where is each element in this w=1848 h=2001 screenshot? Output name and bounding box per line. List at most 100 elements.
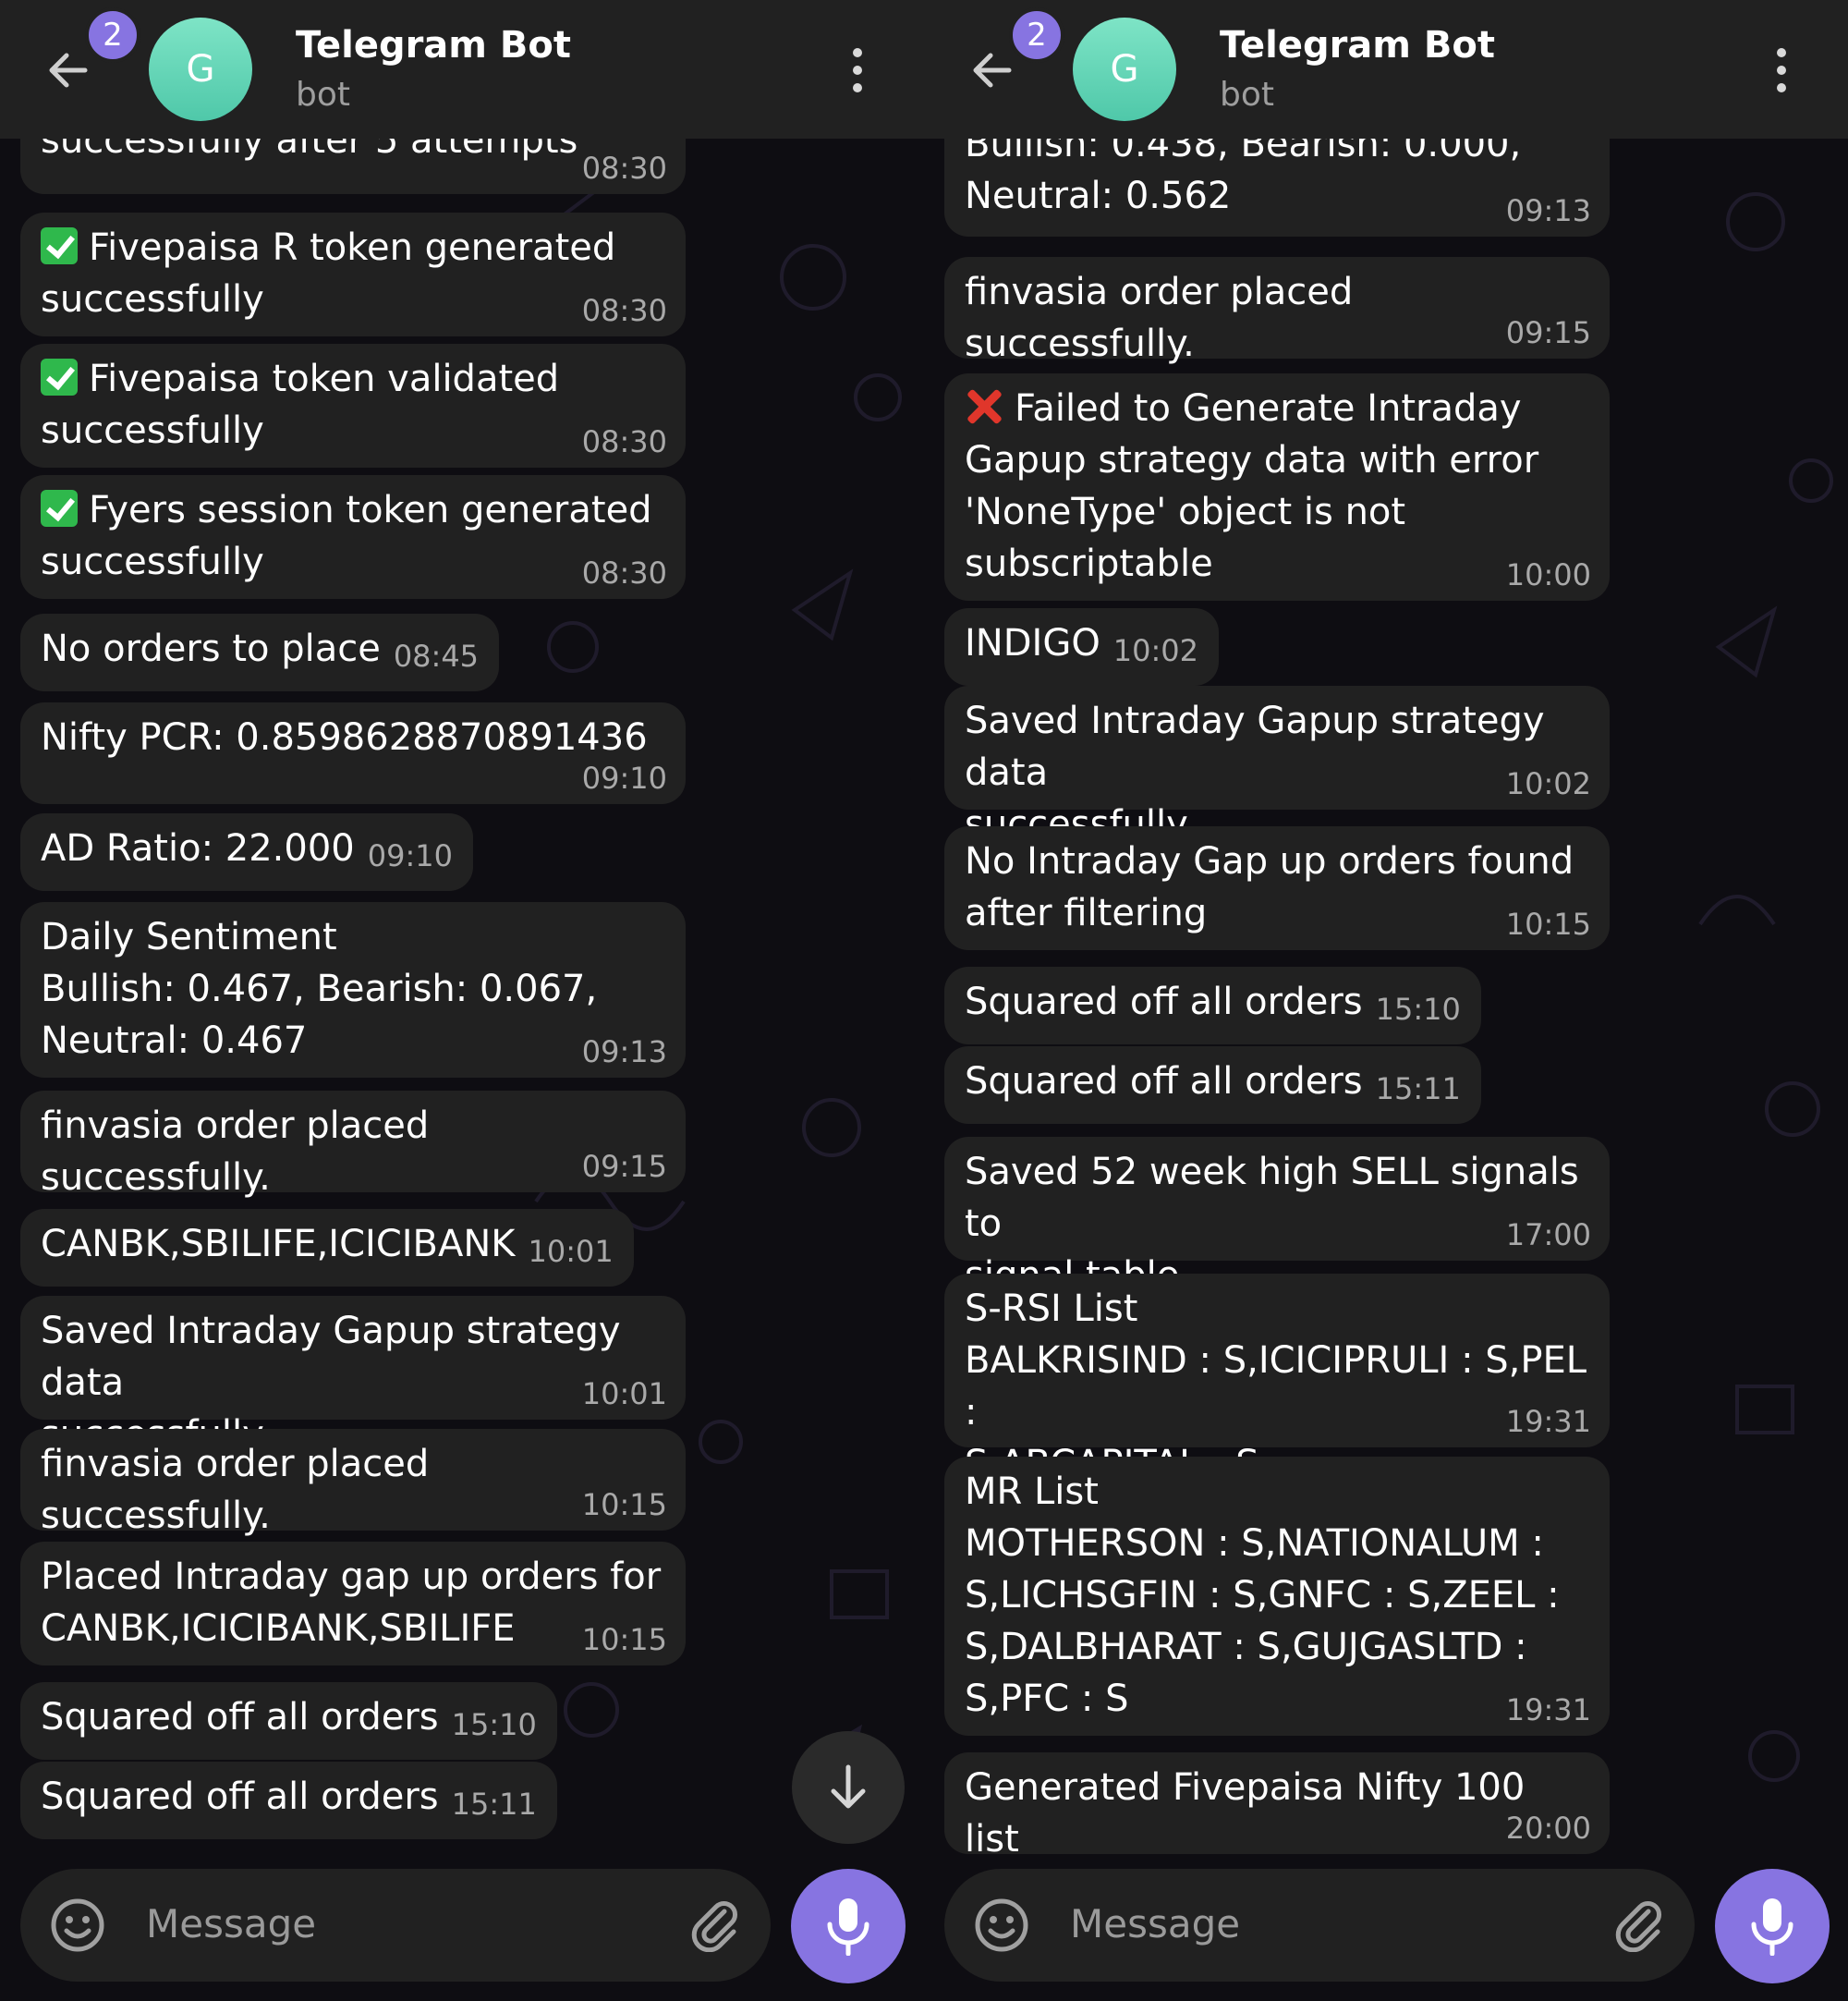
back-arrow-icon[interactable]: [44, 46, 92, 94]
message-bubble: finvasia order placed successfully. 10:1…: [20, 1429, 686, 1537]
message-bubble: No Intraday Gap up orders found after fi…: [944, 826, 1610, 950]
scroll-down-button[interactable]: [792, 1731, 905, 1844]
message-bubble: Fivepaisa R token generated successfully…: [20, 213, 686, 336]
message-bubble: INDIGO 10:02: [944, 608, 1220, 686]
message-text: No Intraday Gap up orders found after fi…: [965, 840, 1574, 934]
voice-record-button[interactable]: [791, 1869, 906, 1983]
unread-count-badge: 2: [85, 7, 140, 63]
message-text: Failed to Generate Intraday Gapup strate…: [965, 387, 1539, 585]
chat-screen-left: G 2 Telegram Bot bot successfully after …: [0, 0, 924, 2001]
message-time: 10:01: [581, 1376, 667, 1411]
bot-avatar[interactable]: G: [1073, 18, 1176, 121]
message-bubble: finvasia order placed successfully. 09:1…: [20, 1091, 686, 1199]
message-bubble: Bullish: 0.438, Bearish: 0.000, Neutral:…: [944, 139, 1610, 237]
message-text: Squared off all orders: [965, 981, 1363, 1023]
message-bubble: Failed to Generate Intraday Gapup strate…: [944, 373, 1610, 601]
emoji-smile-icon[interactable]: [50, 1897, 105, 1953]
message-text: Fyers session token generated successful…: [41, 489, 652, 583]
back-arrow-icon[interactable]: [968, 46, 1016, 94]
message-bubble: Saved Intraday Gapup strategy data succe…: [944, 686, 1610, 846]
message-time: 15:10: [451, 1707, 537, 1742]
message-text: finvasia order placed successfully.: [41, 1104, 430, 1199]
bot-avatar[interactable]: G: [149, 18, 252, 121]
message-time: 17:00: [1505, 1217, 1591, 1252]
message-bubble: Saved 52 week high SELL signals to signa…: [944, 1137, 1610, 1297]
message-time: 10:15: [581, 1487, 667, 1522]
message-time: 09:15: [581, 1149, 667, 1184]
message-bubble: Fivepaisa token validated successfully 0…: [20, 344, 686, 468]
message-bubble: AD Ratio: 22.000 09:10: [20, 813, 473, 891]
chat-subtitle: bot: [296, 76, 350, 114]
message-text: MR List MOTHERSON : S,NATIONALUM : S,LIC…: [965, 1470, 1560, 1720]
message-time: 10:00: [1505, 557, 1591, 592]
message-time: 10:15: [581, 1622, 667, 1657]
chat-title[interactable]: Telegram Bot: [1220, 24, 1495, 67]
message-time: 09:15: [1505, 315, 1591, 350]
message-time: 19:31: [1505, 1404, 1591, 1439]
voice-record-button[interactable]: [1715, 1869, 1830, 1983]
chat-title[interactable]: Telegram Bot: [296, 24, 571, 67]
message-text: finvasia order placed successfully.: [41, 1443, 430, 1537]
message-text: Saved Intraday Gapup strategy data succe…: [965, 700, 1545, 846]
more-vertical-icon[interactable]: [1763, 48, 1800, 94]
message-list[interactable]: successfully after 5 attempts 08:30 Five…: [0, 139, 924, 1858]
message-text: finvasia order placed successfully.: [965, 271, 1354, 365]
message-time: 10:15: [1505, 907, 1591, 942]
more-vertical-icon[interactable]: [839, 48, 876, 94]
message-time: 10:02: [1505, 766, 1591, 801]
chat-subtitle: bot: [1220, 76, 1274, 114]
message-time: 15:11: [451, 1787, 537, 1822]
message-bubble: Saved Intraday Gapup strategy data succe…: [20, 1296, 686, 1456]
message-bubble: Fyers session token generated successful…: [20, 475, 686, 599]
message-time: 08:30: [581, 555, 667, 591]
message-text: Squared off all orders: [41, 1775, 439, 1818]
message-text: successfully after 5 attempts: [41, 139, 578, 162]
message-text: INDIGO: [965, 622, 1100, 665]
microphone-icon: [1751, 1898, 1793, 1956]
unread-count-badge: 2: [1009, 7, 1064, 63]
message-text: Nifty PCR: 0.8598628870891436: [41, 716, 648, 759]
cross-mark-emoji-icon: [965, 387, 1003, 426]
message-composer: Message: [944, 1869, 1695, 1982]
arrow-down-icon: [831, 1764, 866, 1809]
message-list[interactable]: Bullish: 0.438, Bearish: 0.000, Neutral:…: [924, 139, 1848, 1858]
message-input[interactable]: Message: [1070, 1895, 1240, 1954]
message-time: 09:13: [581, 1034, 667, 1069]
message-bubble: Daily Sentiment Bullish: 0.467, Bearish:…: [20, 902, 686, 1078]
message-text: Daily Sentiment Bullish: 0.467, Bearish:…: [41, 916, 598, 1062]
message-bubble: successfully after 5 attempts 08:30: [20, 139, 686, 194]
chat-header: G 2 Telegram Bot bot: [0, 0, 924, 139]
check-mark-emoji-icon: [41, 227, 78, 264]
message-text: CANBK,SBILIFE,ICICIBANK: [41, 1223, 516, 1265]
message-bubble: Placed Intraday gap up orders for CANBK,…: [20, 1542, 686, 1665]
emoji-smile-icon[interactable]: [974, 1897, 1029, 1953]
message-bubble: Generated Fivepaisa Nifty 100 list 20:00: [944, 1752, 1610, 1858]
message-time: 09:10: [367, 838, 453, 873]
chat-screen-right: G 2 Telegram Bot bot Bullish: 0.438, Bea…: [924, 0, 1848, 2001]
message-bubble: S-RSI List BALKRISIND : S,ICICIPRULI : S…: [944, 1274, 1610, 1485]
message-text: Fivepaisa R token generated successfully: [41, 226, 616, 321]
message-time: 19:31: [1505, 1692, 1591, 1727]
message-bubble: CANBK,SBILIFE,ICICIBANK 10:01: [20, 1209, 634, 1287]
message-time: 15:11: [1375, 1071, 1461, 1106]
message-time: 20:00: [1505, 1811, 1591, 1846]
check-mark-emoji-icon: [41, 490, 78, 527]
message-bubble: No orders to place 08:45: [20, 614, 500, 691]
paperclip-icon[interactable]: [687, 1897, 743, 1952]
message-time: 09:10: [581, 761, 667, 796]
message-text: AD Ratio: 22.000: [41, 827, 355, 870]
message-text: Placed Intraday gap up orders for CANBK,…: [41, 1556, 662, 1650]
microphone-icon: [827, 1898, 869, 1956]
chat-header: G 2 Telegram Bot bot: [924, 0, 1848, 139]
message-bubble: Nifty PCR: 0.8598628870891436 09:10: [20, 702, 686, 804]
paperclip-icon[interactable]: [1611, 1897, 1667, 1952]
message-time: 10:02: [1112, 633, 1199, 668]
message-text: Bullish: 0.438, Bearish: 0.000, Neutral:…: [965, 139, 1522, 217]
message-time: 08:30: [581, 424, 667, 459]
check-mark-emoji-icon: [41, 359, 78, 396]
message-time: 15:10: [1375, 992, 1461, 1027]
message-time: 09:13: [1505, 193, 1591, 228]
message-bubble: MR List MOTHERSON : S,NATIONALUM : S,LIC…: [944, 1457, 1610, 1736]
message-bubble: Squared off all orders 15:11: [20, 1762, 557, 1839]
message-input[interactable]: Message: [146, 1895, 316, 1954]
